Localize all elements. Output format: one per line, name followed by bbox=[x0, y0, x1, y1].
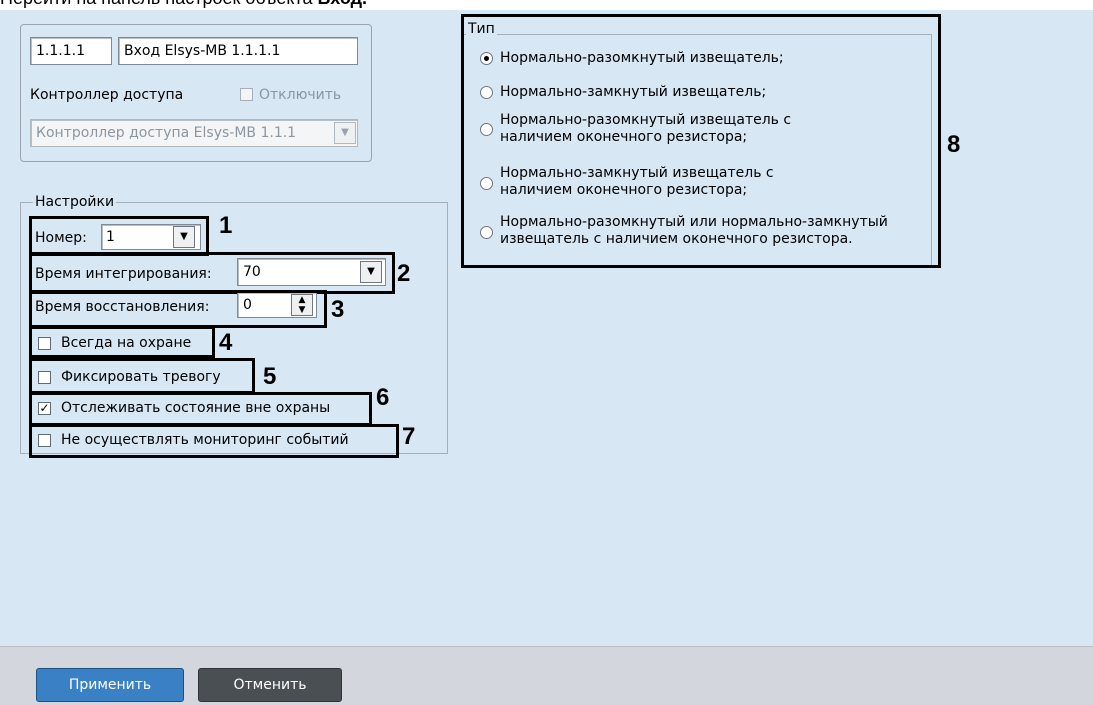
annotation-frame-2 bbox=[29, 252, 395, 294]
annotation-frame-3 bbox=[29, 290, 327, 328]
caption-text: Перейти на панель настроек объекта bbox=[0, 0, 318, 8]
annotation-frame-1 bbox=[29, 216, 209, 256]
disable-checkbox[interactable] bbox=[240, 88, 253, 101]
annotation-frame-5 bbox=[29, 358, 255, 394]
settings-panel: 1.1.1.1 Вход Elsys-MB 1.1.1.1 Контроллер… bbox=[0, 10, 1093, 646]
object-header-box: 1.1.1.1 Вход Elsys-MB 1.1.1.1 Контроллер… bbox=[20, 24, 372, 162]
settings-legend: Настройки bbox=[33, 194, 117, 210]
annotation-number-4: 4 bbox=[219, 329, 233, 356]
annotation-frame-4 bbox=[29, 326, 215, 358]
caption-bold: Вход. bbox=[318, 0, 368, 8]
annotation-number-3: 3 bbox=[331, 296, 345, 323]
object-name-field[interactable]: Вход Elsys-MB 1.1.1.1 bbox=[118, 37, 358, 65]
instruction-caption: Перейти на панель настроек объекта Вход. bbox=[0, 0, 1093, 10]
annotation-number-8: 8 bbox=[947, 131, 961, 158]
annotation-number-7: 7 bbox=[402, 423, 416, 450]
annotation-number-6: 6 bbox=[376, 384, 390, 411]
annotation-number-2: 2 bbox=[397, 260, 411, 287]
annotation-frame-6 bbox=[29, 392, 372, 426]
disable-label: Отключить bbox=[259, 87, 342, 103]
annotation-frame-7 bbox=[29, 424, 399, 458]
annotation-number-5: 5 bbox=[263, 363, 277, 390]
object-id-field[interactable]: 1.1.1.1 bbox=[30, 37, 112, 65]
parent-label: Контроллер доступа bbox=[30, 87, 184, 103]
chevron-down-icon[interactable]: ▼ bbox=[334, 122, 356, 144]
apply-button[interactable]: Применить bbox=[36, 668, 184, 702]
annotation-frame-8 bbox=[461, 14, 941, 268]
parent-controller-select[interactable]: Контроллер доступа Elsys-MB 1.1.1 bbox=[30, 119, 358, 147]
cancel-button[interactable]: Отменить bbox=[198, 668, 342, 702]
annotation-number-1: 1 bbox=[219, 212, 233, 239]
